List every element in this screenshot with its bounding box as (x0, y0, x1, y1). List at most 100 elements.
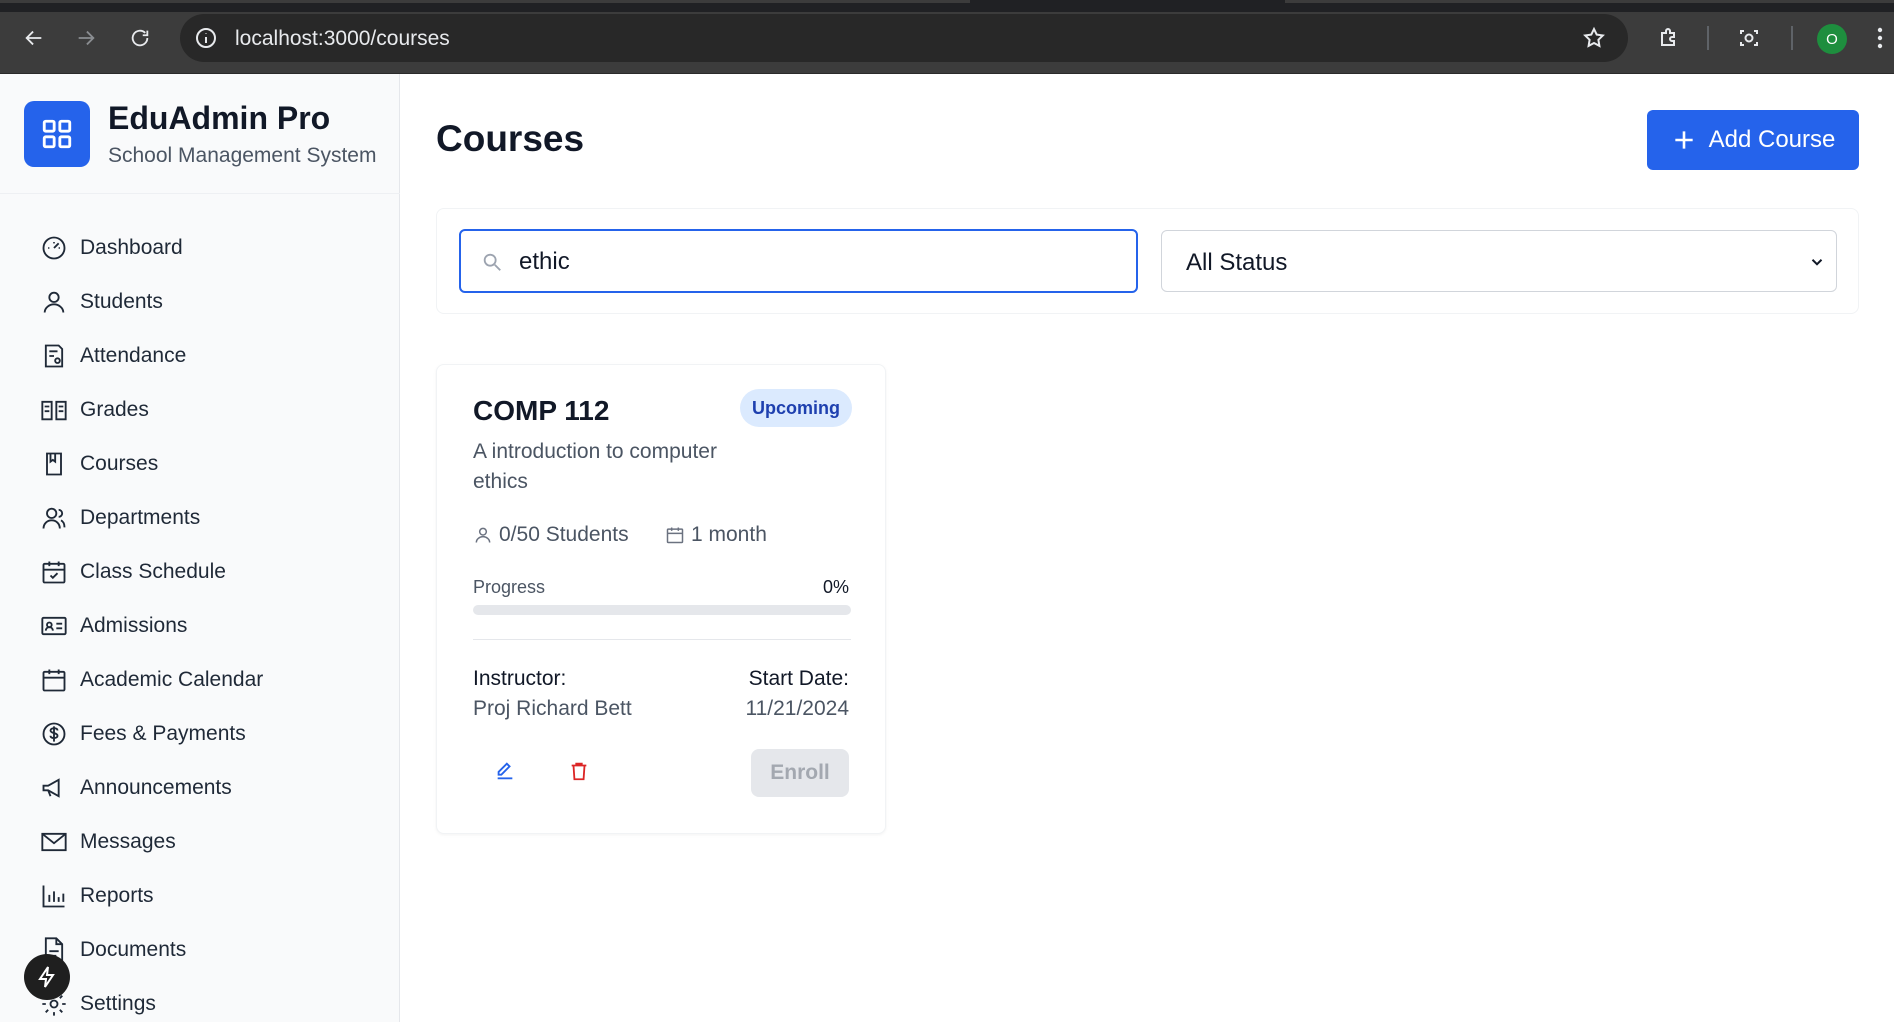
plus-icon (1674, 131, 1693, 149)
search-icon (483, 253, 501, 271)
dollar-icon (42, 722, 66, 746)
sidebar-item-label: Grades (80, 398, 149, 421)
brand-subtitle: School Management System (108, 144, 377, 167)
camera-icon (1740, 30, 1758, 46)
profile-avatar[interactable]: O (1817, 24, 1847, 54)
arrow-right-icon (78, 30, 95, 46)
add-course-button[interactable]: Add Course (1647, 110, 1859, 170)
calendar-icon (666, 527, 684, 544)
sidebar-item-label: Fees & Payments (80, 722, 246, 745)
toolbar-separator (1707, 26, 1709, 50)
sidebar-item-announcements[interactable]: Announcements (40, 768, 380, 808)
browser-chrome: localhost:3000/courses O (0, 0, 1894, 74)
trash-icon (571, 762, 587, 781)
id-card-icon (41, 616, 67, 636)
forward-button[interactable] (70, 22, 102, 54)
pencil-icon (497, 762, 513, 780)
bar-chart-icon (42, 885, 65, 908)
filter-panel: All Status (436, 208, 1859, 314)
sidebar-item-label: Class Schedule (80, 560, 226, 583)
add-course-label: Add Course (1708, 126, 1836, 153)
sidebar-item-label: Departments (80, 506, 201, 529)
extensions-button[interactable] (1655, 24, 1683, 52)
calendar-check-icon (42, 561, 66, 584)
app-logo[interactable] (24, 101, 90, 167)
grid-icon (42, 119, 72, 149)
puzzle-icon (1661, 28, 1675, 46)
mail-icon (41, 832, 67, 852)
sidebar-item-grades[interactable]: Grades (40, 390, 380, 430)
sidebar-item-class-schedule[interactable]: Class Schedule (40, 552, 380, 592)
status-filter-value: All Status (1186, 249, 1288, 276)
dev-tools-button[interactable] (24, 954, 70, 1000)
attendance-icon (44, 344, 64, 368)
sidebar-item-messages[interactable]: Messages (40, 822, 380, 862)
enroll-button[interactable]: Enroll (751, 749, 849, 797)
user-icon (43, 291, 65, 313)
sidebar: EduAdmin Pro School Management System Da… (0, 74, 400, 1022)
sidebar-item-settings[interactable]: Settings (40, 984, 380, 1022)
address-bar[interactable]: localhost:3000/courses (180, 14, 1628, 62)
sidebar-item-label: Documents (80, 938, 187, 961)
sidebar-item-reports[interactable]: Reports (40, 876, 380, 916)
sidebar-item-courses[interactable]: Courses (40, 444, 380, 484)
course-card: COMP 112 Upcoming A introduction to comp… (436, 364, 886, 834)
sidebar-item-documents[interactable]: Documents (40, 930, 380, 970)
start-date-value: 11/21/2024 (745, 697, 849, 720)
sidebar-item-label: Courses (80, 452, 159, 475)
delete-course-button[interactable] (565, 757, 593, 785)
url-text[interactable]: localhost:3000/courses (235, 27, 450, 51)
sidebar-item-fees-payments[interactable]: Fees & Payments (40, 714, 380, 754)
info-icon[interactable] (194, 26, 218, 50)
sidebar-item-label: Attendance (80, 344, 187, 367)
students-count: 0/50 Students (499, 523, 629, 546)
tab-strip-right (1285, 0, 1894, 3)
course-code: COMP 112 (473, 395, 610, 426)
sidebar-item-attendance[interactable]: Attendance (40, 336, 380, 376)
course-description: A introduction to computer ethics (473, 440, 717, 493)
duration-value: 1 month (691, 523, 767, 546)
sidebar-item-dashboard[interactable]: Dashboard (40, 228, 380, 268)
instructor-label: Instructor: (473, 667, 567, 690)
start-date-label: Start Date: (748, 667, 849, 690)
tab-strip-left (0, 0, 970, 3)
lightning-icon (38, 966, 55, 988)
tab-strip (0, 0, 1894, 12)
progress-value: 0% (822, 577, 849, 597)
course-duration: 1 month (665, 523, 767, 547)
arrow-left-icon (25, 30, 42, 46)
search-field[interactable] (459, 229, 1138, 293)
search-input[interactable] (519, 245, 1119, 279)
chevron-down-icon (1811, 259, 1823, 266)
sidebar-item-label: Messages (80, 830, 176, 853)
sidebar-item-admissions[interactable]: Admissions (40, 606, 380, 646)
instructor-name: Proj Richard Bett (473, 697, 632, 720)
toolbar-separator (1791, 26, 1793, 50)
megaphone-icon (42, 778, 60, 798)
status-badge: Upcoming (740, 389, 852, 427)
status-filter-select[interactable]: All Status (1161, 230, 1837, 292)
book-icon (46, 452, 62, 476)
brand-header: EduAdmin Pro School Management System (0, 74, 400, 194)
sidebar-item-label: Students (80, 290, 163, 313)
brand-name: EduAdmin Pro (108, 100, 331, 136)
sidebar-item-departments[interactable]: Departments (40, 498, 380, 538)
more-vertical-icon (1877, 27, 1883, 49)
calendar-icon (42, 669, 66, 692)
reload-button[interactable] (124, 22, 156, 54)
user-icon (475, 527, 491, 543)
course-students: 0/50 Students (473, 523, 629, 547)
users-icon (42, 507, 66, 529)
progress-label: Progress (473, 577, 546, 597)
back-button[interactable] (18, 22, 50, 54)
screenshot-button[interactable] (1735, 24, 1763, 52)
star-icon[interactable] (1582, 26, 1606, 50)
edit-course-button[interactable] (491, 757, 519, 785)
reload-icon (131, 29, 149, 47)
sidebar-item-label: Settings (80, 992, 156, 1015)
sidebar-item-academic-calendar[interactable]: Academic Calendar (40, 660, 380, 700)
sidebar-item-label: Dashboard (80, 236, 183, 259)
sidebar-item-students[interactable]: Students (40, 282, 380, 322)
sidebar-item-label: Announcements (80, 776, 232, 799)
menu-button[interactable] (1870, 24, 1890, 52)
